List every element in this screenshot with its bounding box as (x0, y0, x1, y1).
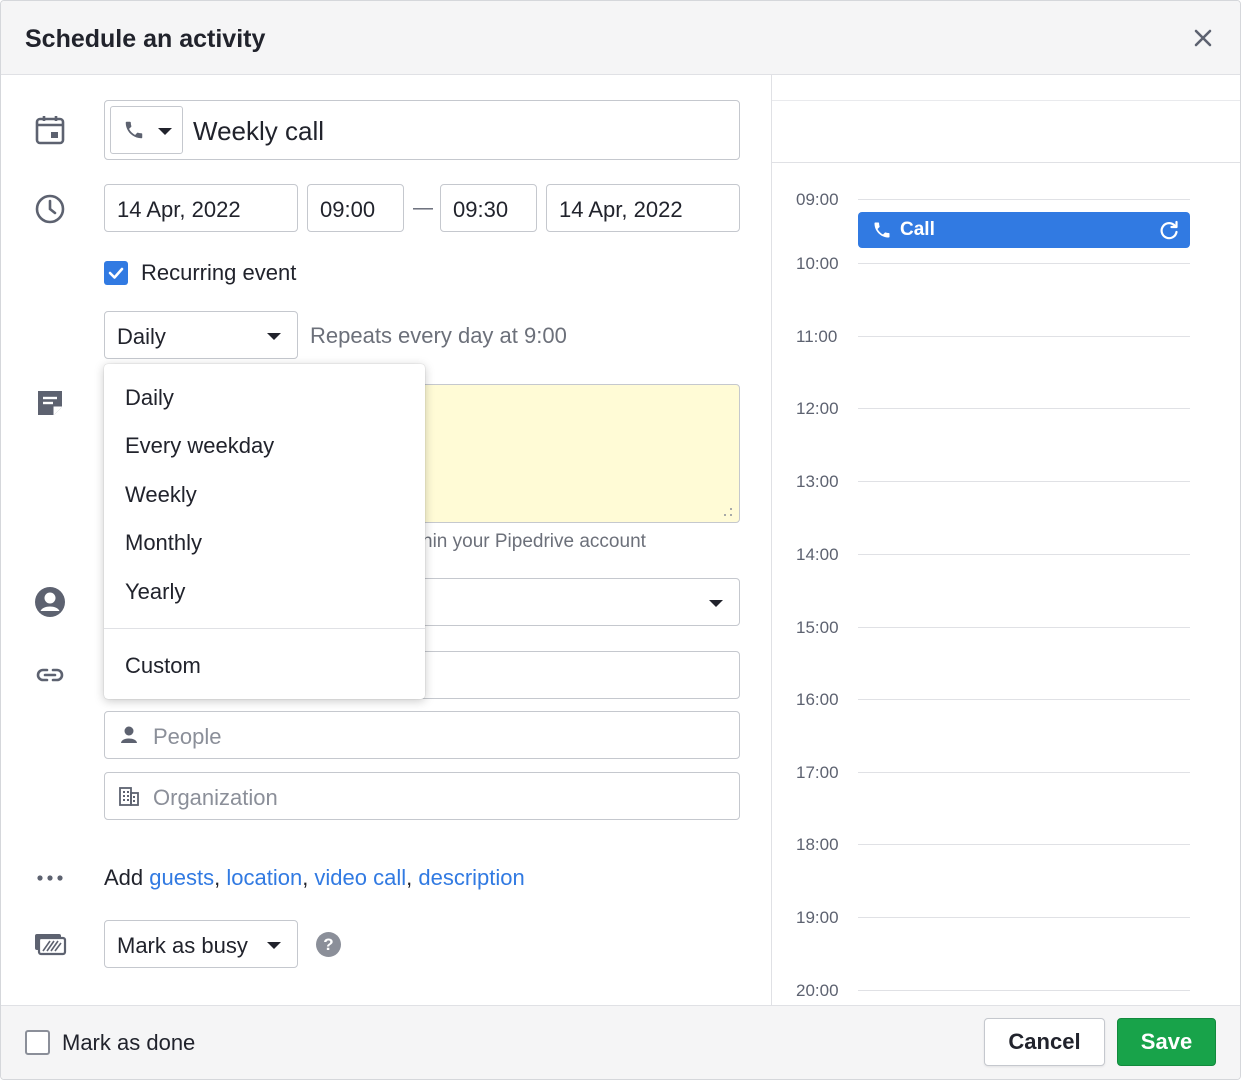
repeat-summary: Repeats every day at 9:00 (310, 323, 567, 348)
more-icon (33, 861, 67, 895)
option-weekly[interactable]: Weekly (104, 472, 425, 518)
recurring-checkbox[interactable] (104, 261, 128, 285)
subject-input[interactable]: Weekly call (193, 116, 324, 147)
hour-line (858, 199, 1190, 200)
option-monthly[interactable]: Monthly (104, 520, 425, 566)
note-icon (33, 386, 67, 420)
calendar-event[interactable]: Call (858, 212, 1190, 248)
dropdown-divider (104, 628, 425, 629)
frequency-value: Daily (117, 324, 166, 349)
phone-icon (123, 119, 145, 146)
hour-label: 11:00 (796, 327, 838, 346)
hour-label: 16:00 (796, 690, 839, 709)
add-links-row: Add guests, location, video call, descri… (104, 865, 525, 890)
chevron-down-icon (267, 333, 281, 340)
mark-done-checkbox[interactable] (25, 1030, 50, 1055)
cancel-button[interactable]: Cancel (984, 1018, 1105, 1066)
panel-divider (771, 75, 772, 1005)
hour-label: 17:00 (796, 763, 839, 782)
hour-line (858, 408, 1190, 409)
modal-footer: Mark as done Cancel Save (1, 1005, 1240, 1079)
hour-line (858, 917, 1190, 918)
end-date-field[interactable]: 14 Apr, 2022 (546, 184, 740, 232)
close-icon[interactable] (1188, 23, 1218, 53)
calendar-allday-top (772, 100, 1240, 101)
event-label: Call (900, 219, 935, 240)
chevron-down-icon (158, 128, 172, 135)
start-date-value: 14 Apr, 2022 (117, 197, 241, 222)
busy-value: Mark as busy (117, 933, 248, 958)
hour-label: 14:00 (796, 545, 839, 564)
hour-label: 12:00 (796, 399, 839, 418)
hour-label: 09:00 (796, 190, 839, 209)
add-guests-link[interactable]: guests (149, 865, 214, 890)
schedule-activity-modal: Schedule an activity Weekly call 14 Apr,… (0, 0, 1241, 1080)
hour-label: 10:00 (796, 254, 839, 273)
chevron-down-icon (267, 942, 281, 949)
people-field[interactable]: People (104, 711, 740, 759)
calendar-allday-bottom (772, 162, 1240, 163)
hour-label: 18:00 (796, 835, 839, 854)
chevron-down-icon (709, 600, 723, 607)
hour-line (858, 627, 1190, 628)
start-time-field[interactable]: 09:00 (307, 184, 404, 232)
time-separator: — (413, 197, 433, 219)
hour-label: 15:00 (796, 618, 839, 637)
busy-calendar-icon (33, 927, 67, 961)
organization-placeholder: Organization (153, 785, 278, 810)
option-daily[interactable]: Daily (104, 375, 425, 421)
hour-line (858, 336, 1190, 337)
frequency-dropdown: Daily Every weekday Weekly Monthly Yearl… (104, 364, 425, 699)
hour-label: 19:00 (796, 908, 839, 927)
help-icon[interactable]: ? (316, 932, 341, 957)
modal-header: Schedule an activity (1, 1, 1240, 75)
add-prefix: Add (104, 865, 144, 890)
hour-line (858, 263, 1190, 264)
hour-label: 13:00 (796, 472, 839, 491)
link-icon (33, 658, 67, 692)
add-video-call-link[interactable]: video call (314, 865, 406, 890)
end-time-field[interactable]: 09:30 (440, 184, 537, 232)
add-location-link[interactable]: location (226, 865, 302, 890)
person-small-icon (118, 724, 140, 751)
recurring-icon (1158, 219, 1180, 246)
hour-line (858, 554, 1190, 555)
resize-handle-icon (724, 508, 732, 516)
busy-select[interactable]: Mark as busy (104, 920, 298, 968)
option-every-weekday[interactable]: Every weekday (104, 423, 425, 469)
mark-done-label[interactable]: Mark as done (62, 1030, 195, 1056)
start-time-value: 09:00 (320, 197, 376, 222)
hour-label: 20:00 (796, 981, 839, 1000)
recurring-label[interactable]: Recurring event (141, 260, 296, 286)
save-button[interactable]: Save (1117, 1018, 1216, 1066)
building-icon (118, 785, 140, 812)
hour-line (858, 699, 1190, 700)
hour-line (858, 844, 1190, 845)
end-date-value: 14 Apr, 2022 (559, 197, 683, 222)
add-description-link[interactable]: description (418, 865, 524, 890)
clock-icon (33, 192, 67, 226)
people-placeholder: People (153, 724, 222, 749)
check-icon (108, 267, 124, 279)
activity-type-button[interactable] (110, 106, 183, 154)
calendar-icon (33, 113, 67, 147)
option-custom[interactable]: Custom (104, 643, 425, 689)
hour-line (858, 990, 1190, 991)
start-date-field[interactable]: 14 Apr, 2022 (104, 184, 298, 232)
hour-line (858, 772, 1190, 773)
phone-icon (872, 220, 892, 245)
modal-title: Schedule an activity (25, 25, 266, 53)
end-time-value: 09:30 (453, 197, 509, 222)
hour-line (858, 481, 1190, 482)
organization-field[interactable]: Organization (104, 772, 740, 820)
person-icon (33, 585, 67, 619)
subject-field[interactable]: Weekly call (104, 100, 740, 160)
option-yearly[interactable]: Yearly (104, 569, 425, 615)
frequency-select[interactable]: Daily (104, 311, 298, 359)
